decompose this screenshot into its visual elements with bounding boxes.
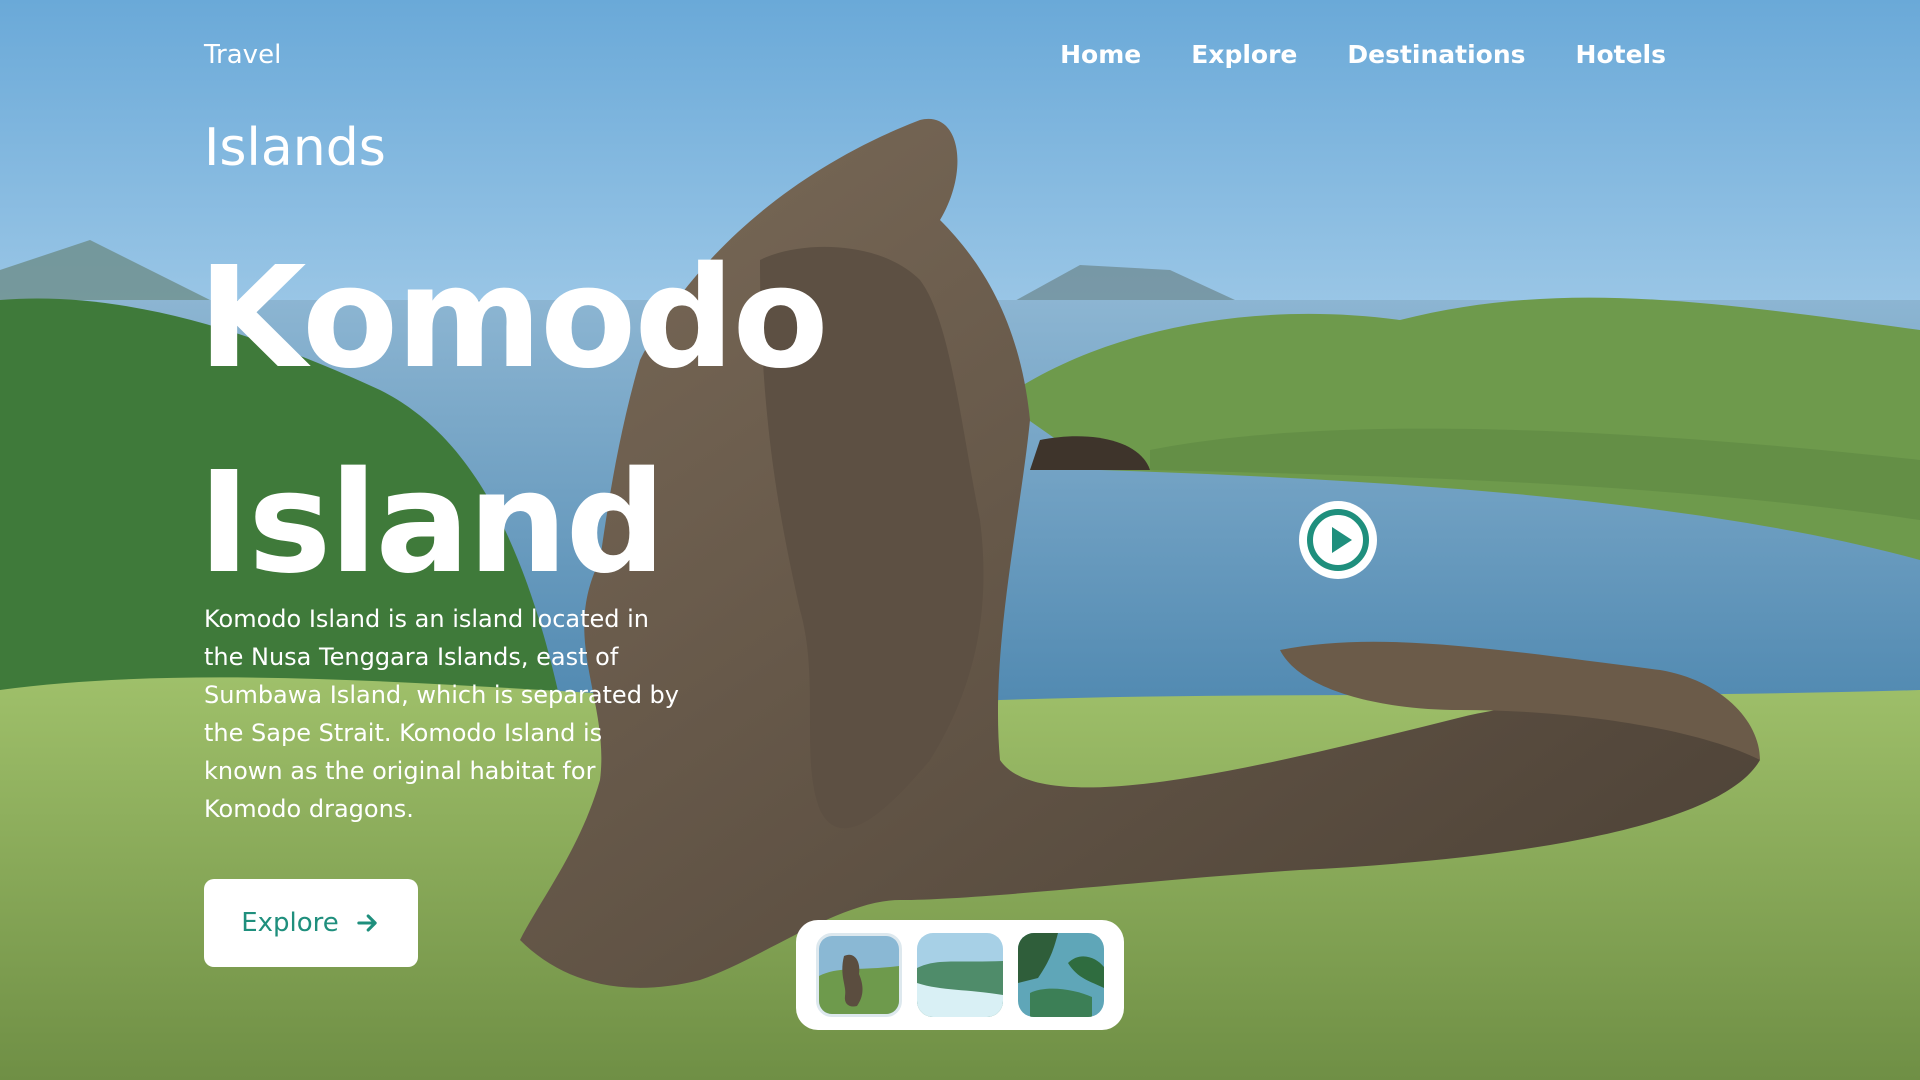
arrow-right-icon <box>357 914 377 932</box>
lagoon-thumbnail-image <box>1018 933 1105 1017</box>
brand-logo[interactable]: Travel <box>204 40 281 70</box>
thumbnail-waterfall[interactable] <box>916 933 1003 1017</box>
hero-subtitle: Islands <box>204 118 386 178</box>
nav-destinations[interactable]: Destinations <box>1347 40 1525 69</box>
thumbnail-lagoon[interactable] <box>1018 933 1105 1017</box>
waterfall-thumbnail-image <box>916 933 1003 1017</box>
play-circle-icon[interactable] <box>1296 498 1380 582</box>
nav-explore[interactable]: Explore <box>1191 40 1297 69</box>
nav-hotels[interactable]: Hotels <box>1576 40 1666 69</box>
hero-title-line-2: Island <box>198 442 666 605</box>
hero-description: Komodo Island is an island located in th… <box>204 605 679 823</box>
nav-home[interactable]: Home <box>1060 40 1141 69</box>
destination-thumbnails <box>796 920 1124 1030</box>
explore-button[interactable]: Explore <box>204 879 418 967</box>
komodo-thumbnail-image <box>818 936 899 1014</box>
main-nav: Home Explore Destinations Hotels <box>1060 40 1666 69</box>
hero-title: Komodo Island <box>198 216 829 626</box>
hero-title-line-1: Komodo <box>198 237 829 400</box>
explore-button-label: Explore <box>241 908 339 938</box>
thumbnail-komodo[interactable] <box>815 933 902 1017</box>
